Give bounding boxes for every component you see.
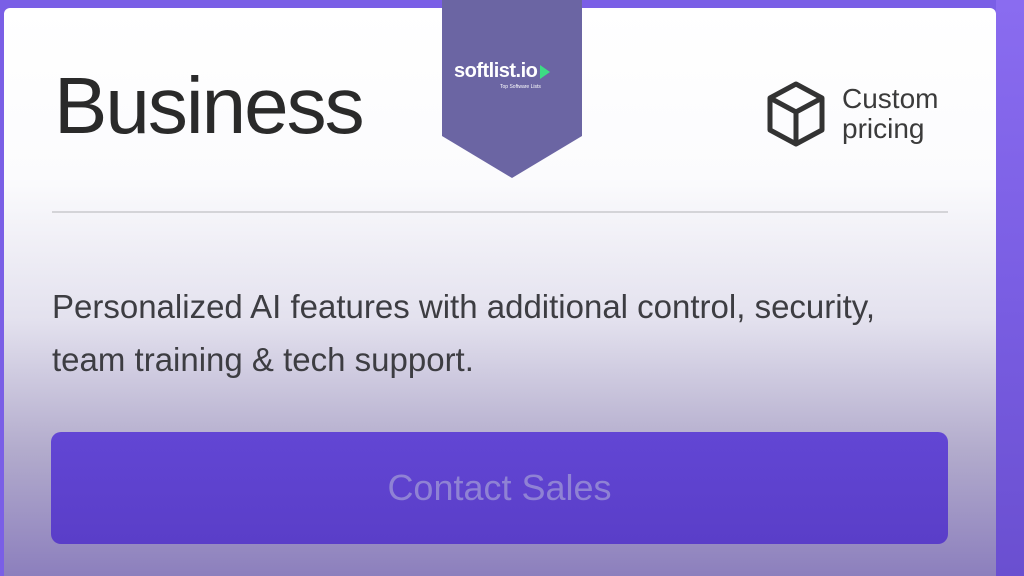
softlist-badge: softlist.io Top Software Lists xyxy=(442,0,582,178)
pricing-info: Custom pricing xyxy=(764,80,962,148)
play-arrow-icon xyxy=(540,64,551,79)
contact-sales-button[interactable]: Contact Sales xyxy=(51,432,948,544)
softlist-logo: softlist.io xyxy=(454,60,551,83)
box-icon xyxy=(767,81,825,147)
plan-description: Personalized AI features with additional… xyxy=(52,288,875,378)
pricing-label: Custom pricing xyxy=(842,83,939,144)
frame-edge xyxy=(996,0,1024,576)
softlist-name: softlist.io xyxy=(454,60,538,82)
softlist-tagline: Top Software Lists xyxy=(500,84,541,90)
plan-title: Business xyxy=(54,61,365,150)
divider xyxy=(52,211,948,213)
